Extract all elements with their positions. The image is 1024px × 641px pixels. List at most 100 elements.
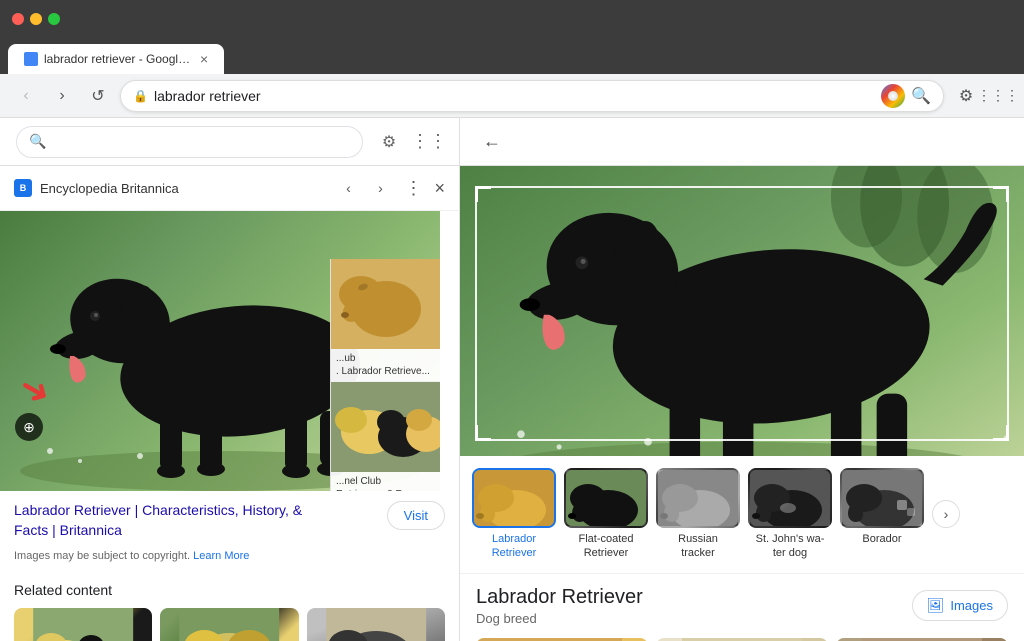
thumbnail-golden-lab (331, 259, 440, 349)
search-icon: 🔍 (29, 133, 46, 150)
browser-frame: labrador retriever - Google Search × ‹ ›… (0, 0, 1024, 641)
bottom-image-3 (836, 638, 1008, 641)
related-item-2[interactable]: PetMD (160, 608, 298, 641)
thumbnail-sidebar: ...ub. Labrador Retrieve... (330, 259, 440, 491)
image-card: B Encyclopedia Britannica ‹ › ⋮ × (0, 166, 459, 641)
similar-thumb-dark (748, 468, 832, 528)
close-window-button[interactable] (12, 13, 24, 25)
settings-icon[interactable]: ⚙ (375, 128, 403, 156)
related-thumb-3 (307, 608, 445, 641)
search-button[interactable]: 🔍 (911, 86, 931, 106)
bottom-svg-1 (476, 638, 648, 641)
similar-item-labrador[interactable]: LabradorRetriever (472, 468, 556, 561)
related-section: Related content (0, 570, 459, 641)
result-title: Labrador Retriever (476, 586, 643, 609)
similar-item-stjohns[interactable]: St. John's wa-ter dog (748, 468, 832, 561)
britannica-icon: B (14, 179, 32, 197)
thumbnail-multi-svg (331, 382, 440, 472)
related-svg-2 (160, 608, 298, 641)
tab-bar: labrador retriever - Google Search × (0, 38, 1024, 74)
tab-close-button[interactable]: × (200, 51, 208, 67)
similar-label-flatcoated: Flat-coatedRetriever (564, 532, 648, 561)
thumbnail-multi-lab (331, 382, 440, 472)
similar-label-borador: Borador (840, 532, 924, 546)
visit-button[interactable]: Visit (387, 501, 445, 530)
related-thumb-1 (14, 608, 152, 641)
similar-svg-dark (750, 470, 832, 528)
related-svg-3 (307, 608, 445, 641)
lock-icon: 🔒 (133, 89, 148, 103)
settings-button[interactable]: ⚙ (952, 82, 980, 110)
images-label: Images (950, 598, 993, 613)
apps-grid-icon[interactable]: ⋮⋮ (415, 128, 443, 156)
minimize-window-button[interactable] (30, 13, 42, 25)
bottom-image-1 (476, 638, 648, 641)
image-title[interactable]: Labrador Retriever | Characteristics, Hi… (14, 501, 334, 540)
related-svg-1 (14, 608, 152, 641)
similar-label-stjohns: St. John's wa-ter dog (748, 532, 832, 561)
right-header: ← (460, 118, 1024, 166)
images-button[interactable]: 🖼 Images (912, 590, 1008, 621)
similar-thumb-darkbw (840, 468, 924, 528)
similar-label-russian: Russiantracker (656, 532, 740, 561)
google-lens-button[interactable] (881, 84, 905, 108)
main-image: ➜ ⊕ (0, 211, 440, 491)
card-menu-button[interactable]: ⋮ (404, 178, 422, 199)
card-next-button[interactable]: › (368, 176, 392, 200)
card-header: B Encyclopedia Britannica ‹ › ⋮ × (0, 166, 459, 211)
lens-back-button[interactable]: ← (476, 126, 508, 158)
thumbnail-item-2[interactable]: ...nel ClubRetrievers: 8 Fun Facts... (331, 382, 440, 491)
similar-thumb-golden (472, 468, 556, 528)
similar-row: LabradorRetriever Flat-coatedRetriever (460, 456, 1024, 574)
bottom-image-2 (656, 638, 828, 641)
similar-item-flatcoated[interactable]: Flat-coatedRetriever (564, 468, 648, 561)
traffic-lights (12, 13, 60, 25)
active-tab[interactable]: labrador retriever - Google Search × (8, 44, 224, 74)
left-panel: 🔍 ⚙ ⋮⋮ B Encyclopedia Britannica ‹ › ⋮ × (0, 118, 460, 641)
maximize-window-button[interactable] (48, 13, 60, 25)
result-subtitle: Dog breed (476, 611, 643, 626)
related-grid: Daily Paws How Many Types of... (14, 608, 445, 641)
back-button[interactable]: ‹ (12, 82, 40, 110)
related-thumb-2 (160, 608, 298, 641)
apps-button[interactable]: ⋮⋮⋮ (984, 82, 1012, 110)
forward-button[interactable]: › (48, 82, 76, 110)
thumbnail-item-1[interactable]: ...ub. Labrador Retrieve... (331, 259, 440, 382)
similar-svg-golden (474, 470, 556, 528)
similar-svg-darkbw (842, 470, 924, 528)
search-bar[interactable]: 🔍 (16, 126, 363, 158)
similar-item-russian[interactable]: Russiantracker (656, 468, 740, 561)
card-prev-button[interactable]: ‹ (336, 176, 360, 200)
browser-content: 🔍 ⚙ ⋮⋮ B Encyclopedia Britannica ‹ › ⋮ × (0, 118, 1024, 641)
right-panel: ← (460, 118, 1024, 641)
lens-main-image (460, 166, 1024, 456)
source-name: Encyclopedia Britannica (40, 181, 328, 196)
search-toolbar: 🔍 ⚙ ⋮⋮ (0, 118, 459, 166)
result-info-row: Labrador Retriever Dog breed 🖼 Images (460, 574, 1024, 630)
thumbnail-dog-svg (331, 259, 440, 349)
bottom-images-row (460, 630, 1024, 641)
related-item-1[interactable]: Daily Paws How Many Types of... (14, 608, 152, 641)
browser-titlebar (0, 0, 1024, 38)
address-bar[interactable]: 🔒 labrador retriever 🔍 (120, 80, 944, 112)
thumb-label-2: ...nel ClubRetrievers: 8 Fun Facts... (331, 472, 440, 491)
similar-svg-black (566, 470, 648, 528)
learn-more-link[interactable]: Learn More (193, 550, 249, 562)
tab-favicon (24, 52, 38, 66)
similar-label-labrador: LabradorRetriever (472, 532, 556, 561)
corner-top-left (475, 186, 491, 202)
card-close-button[interactable]: × (434, 178, 445, 199)
related-item-3[interactable]: DogTime Labrador Retriever Dog... (307, 608, 445, 641)
similar-thumb-bw (656, 468, 740, 528)
similar-next-button[interactable]: › (932, 500, 960, 528)
images-icon: 🖼 (927, 597, 945, 614)
similar-thumb-black (564, 468, 648, 528)
bottom-svg-3 (836, 638, 1008, 641)
corner-bottom-left (475, 425, 491, 441)
result-info: Labrador Retriever Dog breed (476, 586, 643, 626)
address-text: labrador retriever (154, 88, 875, 104)
crosshair-icon[interactable]: ⊕ (15, 413, 43, 441)
corner-top-right (993, 186, 1009, 202)
similar-item-borador[interactable]: Borador (840, 468, 924, 546)
reload-button[interactable]: ↺ (84, 82, 112, 110)
